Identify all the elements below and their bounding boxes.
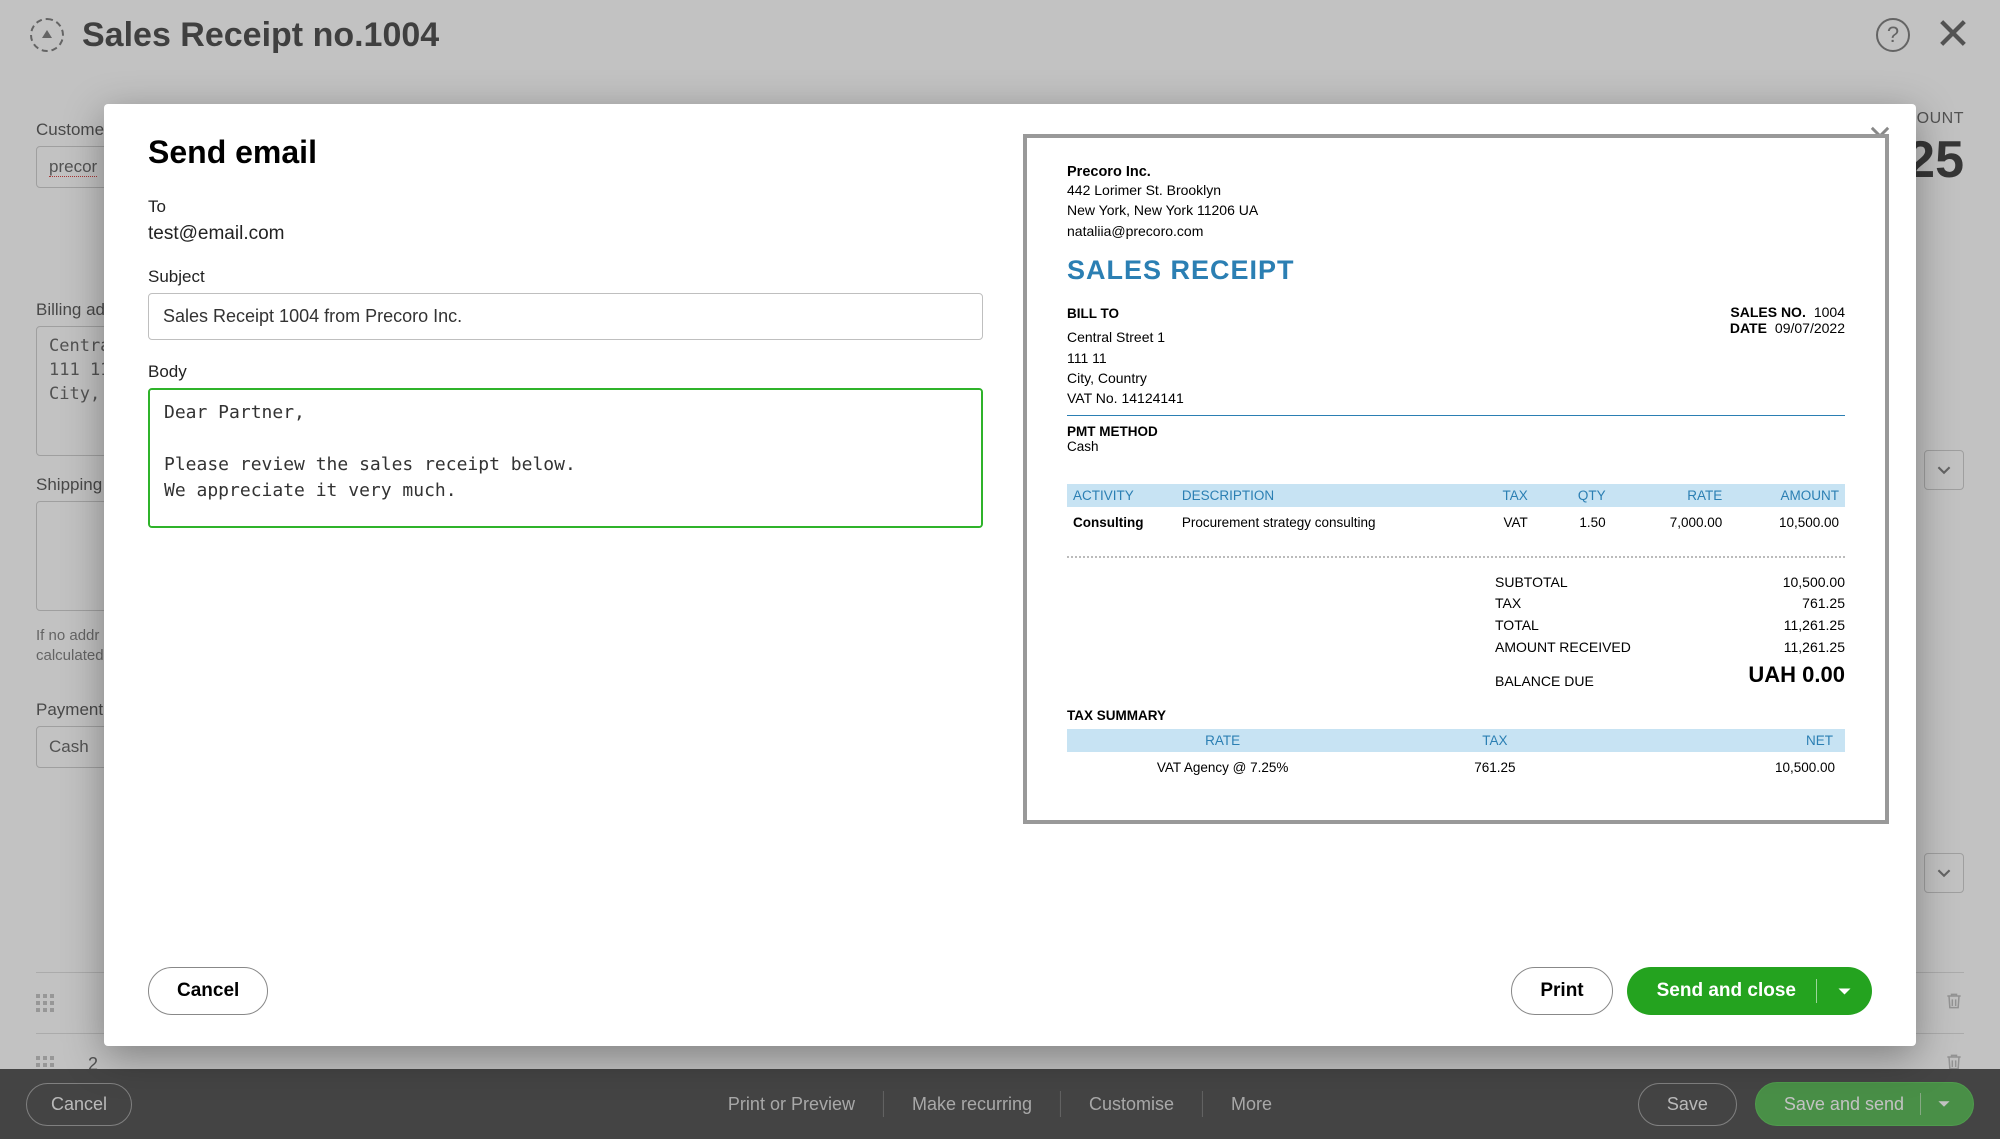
cell-amount: 10,500.00 xyxy=(1728,507,1845,538)
th-description: DESCRIPTION xyxy=(1176,484,1456,507)
total-value: 11,261.25 xyxy=(1784,615,1845,637)
preview-line-items: ACTIVITY DESCRIPTION TAX QTY RATE AMOUNT… xyxy=(1067,484,1845,538)
preview-line-row: Consulting Procurement strategy consulti… xyxy=(1067,507,1845,538)
cell-description: Procurement strategy consulting xyxy=(1176,507,1456,538)
send-and-close-button[interactable]: Send and close xyxy=(1627,967,1872,1015)
send-email-modal: Send email To test@email.com Subject Bod… xyxy=(104,104,1916,1046)
tax-label: TAX xyxy=(1495,593,1521,615)
amount-received-value: 11,261.25 xyxy=(1784,637,1845,659)
billto-line: Central Street 1 xyxy=(1067,327,1667,347)
cell-activity: Consulting xyxy=(1067,507,1176,538)
preview-company: Precoro Inc. xyxy=(1067,164,1845,180)
amount-received-label: AMOUNT RECEIVED xyxy=(1495,637,1631,659)
ts-net-value: 10,500.00 xyxy=(1612,752,1845,783)
receipt-preview: Precoro Inc. 442 Lorimer St. Brooklyn Ne… xyxy=(1023,134,1889,824)
ts-rate-header: RATE xyxy=(1067,729,1378,752)
tax-summary-table: RATE TAX NET VAT Agency @ 7.25% 761.25 1… xyxy=(1067,729,1845,783)
pmt-method-value: Cash xyxy=(1067,439,1845,454)
cell-rate: 7,000.00 xyxy=(1612,507,1729,538)
modal-footer: Cancel Print Send and close xyxy=(104,936,1916,1046)
subject-label: Subject xyxy=(148,267,983,287)
billto-line: VAT No. 14124141 xyxy=(1067,388,1667,408)
date-value: 09/07/2022 xyxy=(1775,320,1845,336)
body-textarea[interactable] xyxy=(148,388,983,528)
th-amount: AMOUNT xyxy=(1728,484,1845,507)
to-label: To xyxy=(148,197,983,217)
ts-tax-header: TAX xyxy=(1378,729,1611,752)
preview-totals: SUBTOTAL 10,500.00 TAX 761.25 TOTAL 11,261.… xyxy=(1495,572,1845,693)
chevron-down-icon xyxy=(1837,984,1852,999)
balance-due-value: UAH 0.00 xyxy=(1748,658,1845,692)
preview-email: nataliia@precoro.com xyxy=(1067,221,1845,241)
cell-qty: 1.50 xyxy=(1534,507,1612,538)
th-qty: QTY xyxy=(1534,484,1612,507)
date-label: DATE xyxy=(1667,320,1767,336)
modal-cancel-button[interactable]: Cancel xyxy=(148,967,268,1015)
salesno-label: SALES NO. xyxy=(1706,304,1806,320)
pmt-method-label: PMT METHOD xyxy=(1067,424,1845,439)
tax-value: 761.25 xyxy=(1802,593,1845,615)
billto-heading: BILL TO xyxy=(1067,304,1667,324)
billto-line: City, Country xyxy=(1067,368,1667,388)
subject-input[interactable] xyxy=(148,293,983,340)
total-label: TOTAL xyxy=(1495,615,1539,637)
subtotal-label: SUBTOTAL xyxy=(1495,572,1568,594)
preview-addr1: 442 Lorimer St. Brooklyn xyxy=(1067,180,1845,200)
body-label: Body xyxy=(148,362,983,382)
modal-title: Send email xyxy=(148,134,983,171)
preview-addr2: New York, New York 11206 UA xyxy=(1067,200,1845,220)
subtotal-value: 10,500.00 xyxy=(1783,572,1845,594)
tax-summary-title: TAX SUMMARY xyxy=(1067,708,1845,723)
send-and-close-label: Send and close xyxy=(1657,980,1796,1002)
ts-tax-value: 761.25 xyxy=(1378,752,1611,783)
th-rate: RATE xyxy=(1612,484,1729,507)
cell-tax: VAT xyxy=(1456,507,1534,538)
ts-rate-value: VAT Agency @ 7.25% xyxy=(1067,752,1378,783)
salesno-value: 1004 xyxy=(1814,304,1845,320)
billto-line: 111 11 xyxy=(1067,348,1667,368)
preview-doc-title: SALES RECEIPT xyxy=(1067,255,1845,286)
to-value[interactable]: test@email.com xyxy=(148,223,983,245)
th-activity: ACTIVITY xyxy=(1067,484,1176,507)
th-tax: TAX xyxy=(1456,484,1534,507)
balance-due-label: BALANCE DUE xyxy=(1495,671,1594,693)
modal-print-button[interactable]: Print xyxy=(1511,967,1612,1015)
ts-net-header: NET xyxy=(1612,729,1845,752)
